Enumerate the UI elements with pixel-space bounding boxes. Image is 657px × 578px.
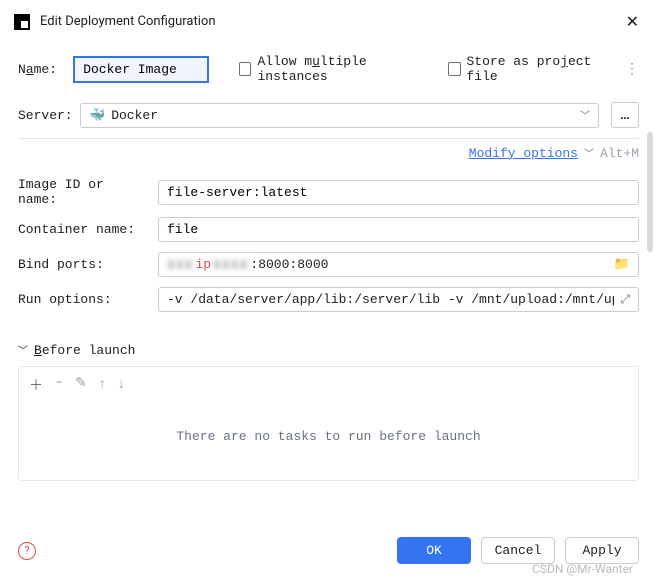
before-launch-toggle[interactable]: ﹀ Before launch: [18, 342, 639, 358]
before-launch-empty-text: There are no tasks to run before launch: [25, 403, 632, 474]
help-icon[interactable]: ?: [18, 542, 36, 560]
server-label: Server:: [18, 108, 68, 123]
dialog-title: Edit Deployment Configuration: [40, 14, 216, 29]
bind-ports-value: :8000:8000: [250, 257, 328, 272]
edit-task-button[interactable]: ✎: [75, 375, 87, 395]
run-options-input[interactable]: -v /data/server/app/lib:/server/lib -v /…: [158, 287, 639, 312]
name-label: Name:: [18, 62, 61, 77]
chevron-down-icon: ﹀: [580, 107, 590, 123]
container-name-input[interactable]: [158, 217, 639, 242]
ok-button[interactable]: OK: [397, 537, 471, 564]
server-select[interactable]: 🐳 Docker ﹀: [80, 103, 599, 128]
run-options-value: -v /data/server/app/lib:/server/lib -v /…: [167, 292, 614, 307]
expand-icon[interactable]: ⤢: [620, 293, 630, 307]
remove-task-button[interactable]: −: [55, 375, 63, 395]
chevron-down-icon: ﹀: [584, 145, 594, 161]
cancel-button[interactable]: Cancel: [481, 537, 555, 564]
move-up-button[interactable]: ↑: [99, 375, 106, 395]
bind-ports-input[interactable]: ▮▮▮ ip ▮▮▮▮ :8000:8000 📁: [158, 252, 639, 277]
name-input[interactable]: [73, 56, 209, 83]
image-id-label: Image ID or name:: [18, 177, 150, 207]
allow-multiple-checkbox[interactable]: [239, 62, 251, 76]
container-name-label: Container name:: [18, 222, 150, 237]
caret-down-icon: ﹀: [18, 342, 28, 358]
close-icon[interactable]: ✕: [622, 10, 643, 33]
allow-multiple-label: Allow multiple instances: [257, 54, 418, 84]
server-value: Docker: [111, 108, 158, 123]
image-id-input[interactable]: [158, 180, 639, 205]
run-options-label: Run options:: [18, 292, 150, 307]
folder-icon[interactable]: 📁: [614, 257, 630, 272]
titlebar: Edit Deployment Configuration ✕: [0, 0, 657, 42]
app-icon: [14, 14, 30, 30]
ip-badge: ip: [195, 257, 211, 272]
store-as-project-checkbox[interactable]: [448, 62, 460, 76]
bind-ports-label: Bind ports:: [18, 257, 150, 272]
more-icon[interactable]: ⋮: [625, 61, 639, 77]
move-down-button[interactable]: ↓: [118, 375, 125, 395]
divider: [18, 138, 639, 139]
scrollbar[interactable]: [647, 132, 653, 252]
docker-icon: 🐳: [89, 108, 105, 123]
apply-button[interactable]: Apply: [565, 537, 639, 564]
store-as-project-label: Store as project file: [467, 54, 608, 84]
modify-shortcut: Alt+M: [600, 146, 639, 161]
modify-options-link[interactable]: Modify options: [469, 146, 578, 161]
server-browse-button[interactable]: …: [611, 102, 639, 128]
before-launch-panel: ＋ − ✎ ↑ ↓ There are no tasks to run befo…: [18, 366, 639, 481]
add-task-button[interactable]: ＋: [29, 375, 43, 395]
